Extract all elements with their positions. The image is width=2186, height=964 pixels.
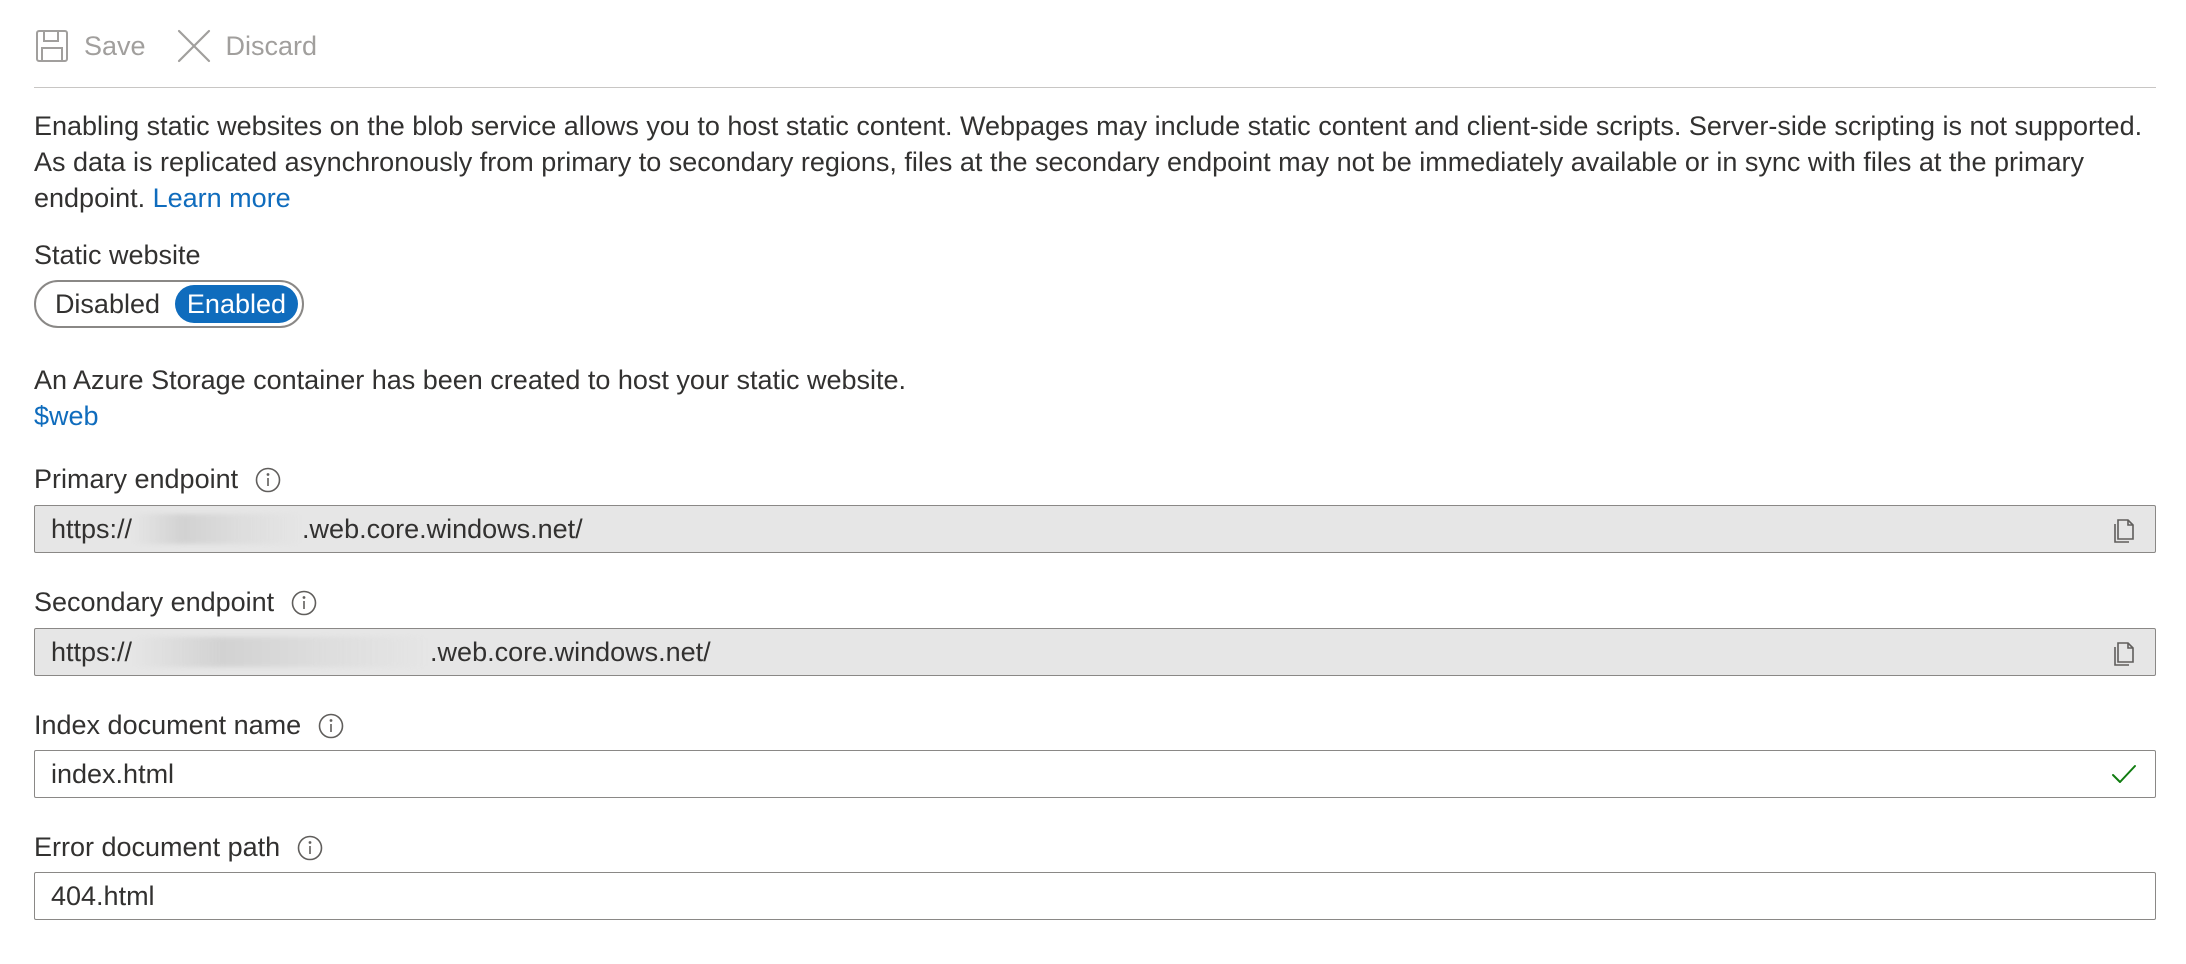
- redacted-hostname: [132, 514, 303, 544]
- save-icon: [34, 28, 70, 64]
- copy-icon[interactable]: [2109, 637, 2139, 667]
- static-website-toggle[interactable]: Disabled Enabled: [34, 280, 304, 328]
- primary-endpoint-suffix: .web.core.windows.net/: [302, 513, 583, 544]
- primary-endpoint-value: https:// .web.core.windows.net/: [51, 514, 2109, 545]
- container-note-text: An Azure Storage container has been crea…: [34, 365, 907, 395]
- primary-endpoint-field[interactable]: https:// .web.core.windows.net/: [34, 505, 2156, 553]
- save-label: Save: [84, 30, 146, 61]
- description-body: Enabling static websites on the blob ser…: [34, 111, 2143, 213]
- close-icon: [176, 28, 212, 64]
- checkmark-icon: [2109, 759, 2139, 789]
- primary-endpoint-prefix: https://: [51, 513, 133, 544]
- secondary-endpoint-value: https:// .web.core.windows.net/: [51, 637, 2109, 668]
- secondary-endpoint-label: Secondary endpoint: [34, 587, 318, 618]
- static-website-page: Save Discard Enabling static websites on…: [0, 0, 2186, 964]
- toggle-option-enabled[interactable]: Enabled: [174, 285, 298, 323]
- copy-icon[interactable]: [2109, 514, 2139, 544]
- secondary-endpoint-suffix: .web.core.windows.net/: [430, 636, 711, 667]
- index-document-value: index.html: [51, 758, 175, 789]
- error-document-field[interactable]: 404.html: [34, 872, 2156, 920]
- secondary-endpoint-label-text: Secondary endpoint: [34, 587, 275, 617]
- save-button[interactable]: Save: [34, 22, 146, 70]
- info-icon[interactable]: [317, 712, 345, 740]
- error-document-label-text: Error document path: [34, 832, 281, 862]
- primary-endpoint-label-text: Primary endpoint: [34, 464, 239, 494]
- static-website-label: Static website: [34, 240, 201, 270]
- description-text: Enabling static websites on the blob ser…: [34, 108, 2164, 216]
- web-container-link[interactable]: $web: [34, 401, 99, 431]
- secondary-endpoint-field[interactable]: https:// .web.core.windows.net/: [34, 628, 2156, 676]
- secondary-endpoint-prefix: https://: [51, 636, 133, 667]
- discard-button[interactable]: Discard: [176, 22, 318, 70]
- container-note: An Azure Storage container has been crea…: [34, 362, 906, 434]
- index-document-label-text: Index document name: [34, 710, 302, 740]
- error-document-label: Error document path: [34, 832, 324, 863]
- info-icon[interactable]: [254, 466, 282, 494]
- toggle-option-disabled[interactable]: Disabled: [40, 285, 175, 323]
- command-bar: Save Discard: [34, 22, 2156, 88]
- redacted-hostname: [132, 637, 431, 667]
- error-document-value: 404.html: [51, 880, 155, 911]
- info-icon[interactable]: [290, 589, 318, 617]
- info-icon[interactable]: [296, 834, 324, 862]
- learn-more-link[interactable]: Learn more: [153, 183, 291, 213]
- index-document-field[interactable]: index.html: [34, 750, 2156, 798]
- discard-label: Discard: [225, 30, 318, 61]
- primary-endpoint-label: Primary endpoint: [34, 464, 282, 495]
- index-document-label: Index document name: [34, 710, 345, 741]
